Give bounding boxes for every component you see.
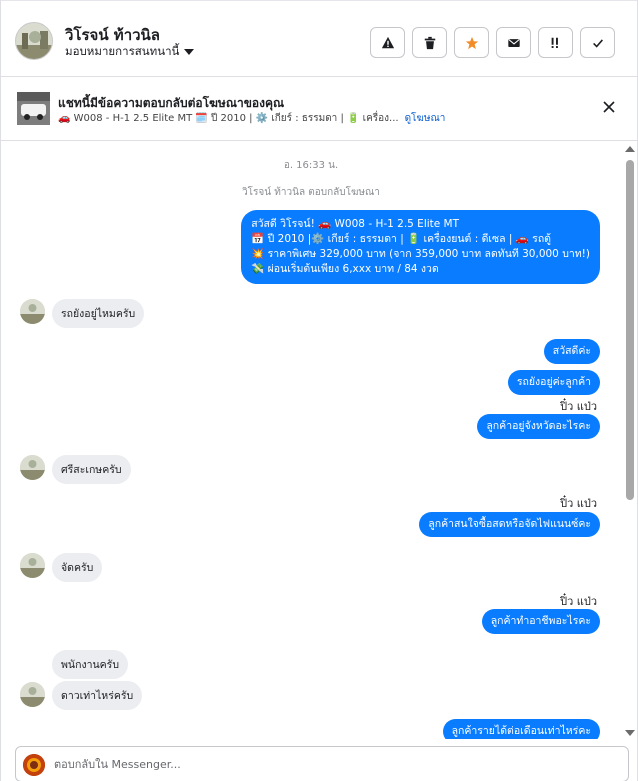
page-avatar: [23, 754, 45, 776]
incoming-message[interactable]: จัดครับ: [52, 553, 103, 582]
conversation-header: วิโรจน์ ท้าวนิล มอบหมายการสนทนานี้: [1, 0, 637, 77]
reply-input[interactable]: [54, 755, 594, 773]
outgoing-message[interactable]: ลูกค้ารายได้ต่อเดือนเท่าไหร่คะ: [442, 719, 600, 739]
star-button[interactable]: [454, 27, 489, 58]
ad-message-line: 📅 ปี 2010 |⚙️ เกียร์ : ธรรมดา | 🔋 เครื่อ…: [251, 233, 551, 245]
contact-avatar-small: [20, 553, 45, 578]
contact-avatar[interactable]: [15, 22, 53, 60]
sender-name: ปิ๋ว แป่ว: [560, 595, 597, 608]
outgoing-message[interactable]: สวัสดีค่ะ: [543, 339, 600, 364]
outgoing-message[interactable]: รถยังอยู่ค่ะลูกค้า: [507, 370, 600, 395]
incoming-message[interactable]: ศรีสะเกษครับ: [52, 455, 131, 484]
ad-description: 🚗 W008 - H-1 2.5 Elite MT 🗓️ ปี 2010 | ⚙…: [58, 111, 445, 126]
ad-reply-notice: วิโรจน์ ท้าวนิล ตอบกลับโฆษณา: [242, 187, 380, 198]
outgoing-message[interactable]: ลูกค้าทำอาชีพอะไรคะ: [481, 609, 600, 634]
reply-composer: [15, 746, 629, 781]
flag-icon: [551, 37, 558, 48]
mark-unread-button[interactable]: [496, 27, 531, 58]
ad-message-line: 💥 ราคาพิเศษ 329,000 บาท (จาก 359,000 บาท…: [251, 248, 590, 260]
incoming-message[interactable]: พนักงานครับ: [52, 650, 128, 679]
done-button[interactable]: [580, 27, 615, 58]
chat-scrollbar[interactable]: [623, 146, 637, 736]
close-icon[interactable]: [601, 99, 617, 115]
ad-description-text: 🚗 W008 - H-1 2.5 Elite MT 🗓️ ปี 2010 | ⚙…: [58, 113, 399, 124]
sender-name: ปิ๋ว แป่ว: [560, 400, 597, 413]
ad-message-line: สวัสดี วิโรจน์! 🚗 W008 - H-1 2.5 Elite M…: [251, 218, 460, 230]
messenger-inbox: วิโรจน์ ท้าวนิล มอบหมายการสนทนานี้ แชทนี…: [0, 0, 638, 781]
follow-up-button[interactable]: [538, 27, 573, 58]
ad-thumbnail[interactable]: [17, 92, 50, 125]
check-icon: [592, 38, 603, 48]
outgoing-message[interactable]: ลูกค้าอยู่จังหวัดอะไรคะ: [477, 414, 600, 439]
view-ad-link[interactable]: ดูโฆษณา: [405, 113, 446, 124]
message-thread: อ. 16:33 น. วิโรจน์ ท้าวนิล ตอบกลับโฆษณา…: [1, 142, 637, 739]
incoming-message[interactable]: ดาวเท่าไหร่ครับ: [52, 681, 143, 710]
scrollbar-thumb[interactable]: [626, 160, 634, 500]
outgoing-message[interactable]: ลูกค้าสนใจซื้อสดหรือจัดไฟแนนซ์คะ: [419, 512, 600, 537]
ad-message-line: 💸 ผ่อนเริ่มต้นเพียง 6,xxx บาท / 84 งวด: [251, 263, 439, 275]
chevron-down-icon: [184, 49, 195, 55]
contact-avatar-small: [20, 455, 45, 480]
contact-avatar-small: [20, 682, 45, 707]
scroll-up-arrow-icon[interactable]: [625, 146, 635, 152]
ad-reply-banner: แชทนี้มีข้อความตอบกลับต่อโฆษณาของคุณ 🚗 W…: [1, 78, 637, 141]
scroll-down-arrow-icon[interactable]: [625, 730, 635, 736]
delete-button[interactable]: [412, 27, 447, 58]
assign-label: มอบหมายการสนทนานี้: [65, 44, 180, 58]
sender-name: ปิ๋ว แป่ว: [560, 497, 597, 510]
incoming-message[interactable]: รถยังอยู่ไหมครับ: [52, 299, 145, 328]
report-button[interactable]: [370, 27, 405, 58]
conversation-actions: [370, 27, 615, 58]
contact-avatar-small: [20, 299, 45, 324]
star-icon: [465, 36, 478, 49]
message-timestamp: อ. 16:33 น.: [283, 160, 339, 171]
trash-icon: [424, 36, 435, 49]
assign-conversation-dropdown[interactable]: มอบหมายการสนทนานี้: [65, 43, 195, 61]
warning-icon: [381, 36, 394, 48]
outgoing-ad-message[interactable]: สวัสดี วิโรจน์! 🚗 W008 - H-1 2.5 Elite M…: [241, 210, 600, 284]
envelope-icon: [507, 38, 520, 47]
